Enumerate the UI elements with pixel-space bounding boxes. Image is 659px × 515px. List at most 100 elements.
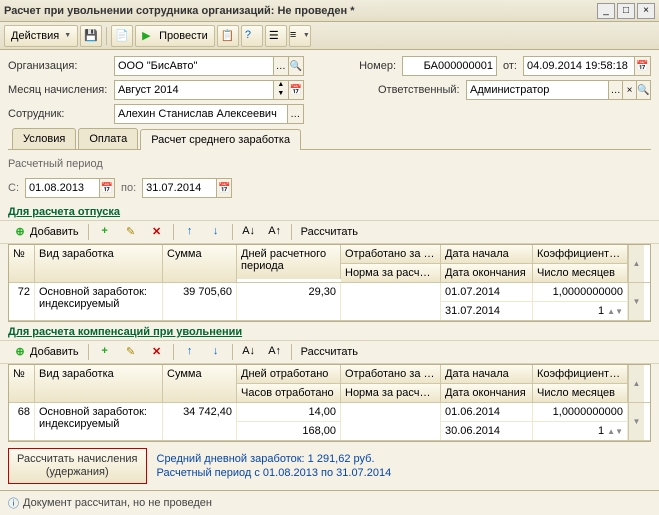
help-button[interactable]: ? <box>241 25 263 47</box>
move-down-button[interactable]: ↓ <box>204 222 228 242</box>
execute-button[interactable]: ▶ Провести <box>135 25 215 47</box>
move-up-button[interactable]: ↑ <box>178 342 202 362</box>
list-button[interactable]: ≡▼ <box>289 25 311 47</box>
col-type[interactable]: Вид заработка <box>35 365 163 402</box>
tab-conditions[interactable]: Условия <box>12 128 76 149</box>
col-date-end[interactable]: Дата окончания <box>441 384 533 402</box>
calendar-button[interactable]: 📅 <box>288 81 303 99</box>
section-vacation-title: Для расчета отпуска <box>0 202 659 220</box>
calendar-button[interactable]: 📅 <box>99 179 114 197</box>
col-type[interactable]: Вид заработка <box>35 245 163 282</box>
report-button[interactable]: 📋 <box>217 25 239 47</box>
period-to-input[interactable] <box>143 182 216 194</box>
period-from-input[interactable] <box>26 182 99 194</box>
search-button[interactable]: 🔍 <box>288 57 303 75</box>
number-field[interactable] <box>402 56 497 76</box>
scroll-down[interactable]: ▼ <box>628 283 644 320</box>
col-worked[interactable]: Отработано за ра... <box>341 365 441 384</box>
period-title: Расчетный период <box>8 158 103 170</box>
sort-asc-icon: A↓ <box>242 345 256 359</box>
edit-button[interactable]: ✎ <box>119 222 143 242</box>
col-date-end[interactable]: Дата окончания <box>441 264 533 282</box>
scroll-up[interactable]: ▲ <box>628 245 644 282</box>
col-num[interactable]: № <box>9 365 35 402</box>
date-field[interactable]: 📅 <box>523 56 651 76</box>
org-field[interactable]: … 🔍 <box>114 56 304 76</box>
minimize-button[interactable]: _ <box>597 3 615 19</box>
col-months[interactable]: Число месяцев <box>533 264 628 282</box>
employee-field[interactable]: … <box>114 104 304 124</box>
table-row[interactable]: 72 Основной заработок: индексируемый 39 … <box>9 283 650 321</box>
col-months[interactable]: Число месяцев <box>533 384 628 402</box>
spin-down-icon[interactable]: ▼ <box>273 90 288 99</box>
sort-desc-icon: A↑ <box>268 345 282 359</box>
cell-worked <box>341 403 441 440</box>
col-days[interactable]: Дней отработано <box>237 365 341 384</box>
ellipsis-button[interactable]: … <box>287 105 303 123</box>
period-to-field[interactable]: 📅 <box>142 178 232 198</box>
month-field[interactable]: ▲ ▼ 📅 <box>114 80 304 100</box>
cell-coef: 1,0000000000 <box>533 283 628 302</box>
col-sum[interactable]: Сумма <box>163 365 237 402</box>
date-input[interactable] <box>524 60 634 72</box>
col-coef[interactable]: Коэффициент и... <box>533 245 628 264</box>
col-days[interactable]: Дней расчетного периода <box>237 245 341 279</box>
col-coef[interactable]: Коэффициент и... <box>533 365 628 384</box>
clear-button[interactable]: × <box>622 81 636 99</box>
ellipsis-button[interactable]: … <box>273 57 288 75</box>
org-input[interactable] <box>115 60 273 72</box>
number-input[interactable] <box>403 60 496 72</box>
tree-button[interactable]: ☰ <box>265 25 287 47</box>
month-spinner[interactable]: ▲ ▼ <box>273 81 288 99</box>
avg-earnings-text: Средний дневной заработок: 1 291,62 руб. <box>157 453 375 465</box>
move-up-button[interactable]: ↑ <box>178 222 202 242</box>
recalc-button[interactable]: Рассчитать <box>296 222 363 242</box>
period-from-field[interactable]: 📅 <box>25 178 115 198</box>
save-button[interactable]: 💾 <box>80 25 102 47</box>
spin-up-icon[interactable]: ▲ <box>273 81 288 90</box>
calendar-button[interactable]: 📅 <box>216 179 231 197</box>
recalc-button[interactable]: Рассчитать <box>296 342 363 362</box>
window-titlebar: Расчет при увольнении сотрудника организ… <box>0 0 659 22</box>
tab-average-earnings[interactable]: Расчет среднего заработка <box>140 129 301 150</box>
doc-button[interactable]: 📄 <box>111 25 133 47</box>
col-date-start[interactable]: Дата начала <box>441 245 533 264</box>
scroll-down[interactable]: ▼ <box>628 403 644 440</box>
copy-button[interactable]: + <box>93 222 117 242</box>
search-icon: 🔍 <box>637 85 649 96</box>
add-button[interactable]: ⊕Добавить <box>8 342 84 362</box>
actions-menu[interactable]: Действия ▼ <box>4 25 78 47</box>
move-down-button[interactable]: ↓ <box>204 342 228 362</box>
col-norm[interactable]: Норма за расчет... <box>341 264 441 282</box>
col-num[interactable]: № <box>9 245 35 282</box>
col-sum[interactable]: Сумма <box>163 245 237 282</box>
search-button[interactable]: 🔍 <box>636 81 650 99</box>
sort-desc-button[interactable]: A↑ <box>263 222 287 242</box>
scroll-up[interactable]: ▲ <box>628 365 644 402</box>
month-input[interactable] <box>115 84 273 96</box>
add-button[interactable]: ⊕Добавить <box>8 222 84 242</box>
delete-button[interactable]: ✕ <box>145 222 169 242</box>
edit-button[interactable]: ✎ <box>119 342 143 362</box>
table-row[interactable]: 68 Основной заработок: индексируемый 34 … <box>9 403 650 441</box>
col-hours[interactable]: Часов отработано <box>237 384 341 402</box>
cell-days: 14,00 <box>237 403 341 422</box>
ellipsis-button[interactable]: … <box>608 81 622 99</box>
responsible-field[interactable]: … × 🔍 <box>466 80 651 100</box>
cell-sum: 39 705,60 <box>163 283 237 320</box>
responsible-input[interactable] <box>467 84 608 96</box>
sort-asc-button[interactable]: A↓ <box>237 342 261 362</box>
maximize-button[interactable]: □ <box>617 3 635 19</box>
close-button[interactable]: × <box>637 3 655 19</box>
tab-payment[interactable]: Оплата <box>78 128 138 149</box>
calculate-accruals-button[interactable]: Рассчитать начисления (удержания) <box>8 448 147 484</box>
col-date-start[interactable]: Дата начала <box>441 365 533 384</box>
col-worked[interactable]: Отработано за ра... <box>341 245 441 264</box>
delete-button[interactable]: ✕ <box>145 342 169 362</box>
sort-desc-button[interactable]: A↑ <box>263 342 287 362</box>
sort-asc-button[interactable]: A↓ <box>237 222 261 242</box>
copy-button[interactable]: + <box>93 342 117 362</box>
employee-input[interactable] <box>115 108 287 120</box>
calendar-button[interactable]: 📅 <box>634 57 650 75</box>
col-norm[interactable]: Норма за расчет... <box>341 384 441 402</box>
